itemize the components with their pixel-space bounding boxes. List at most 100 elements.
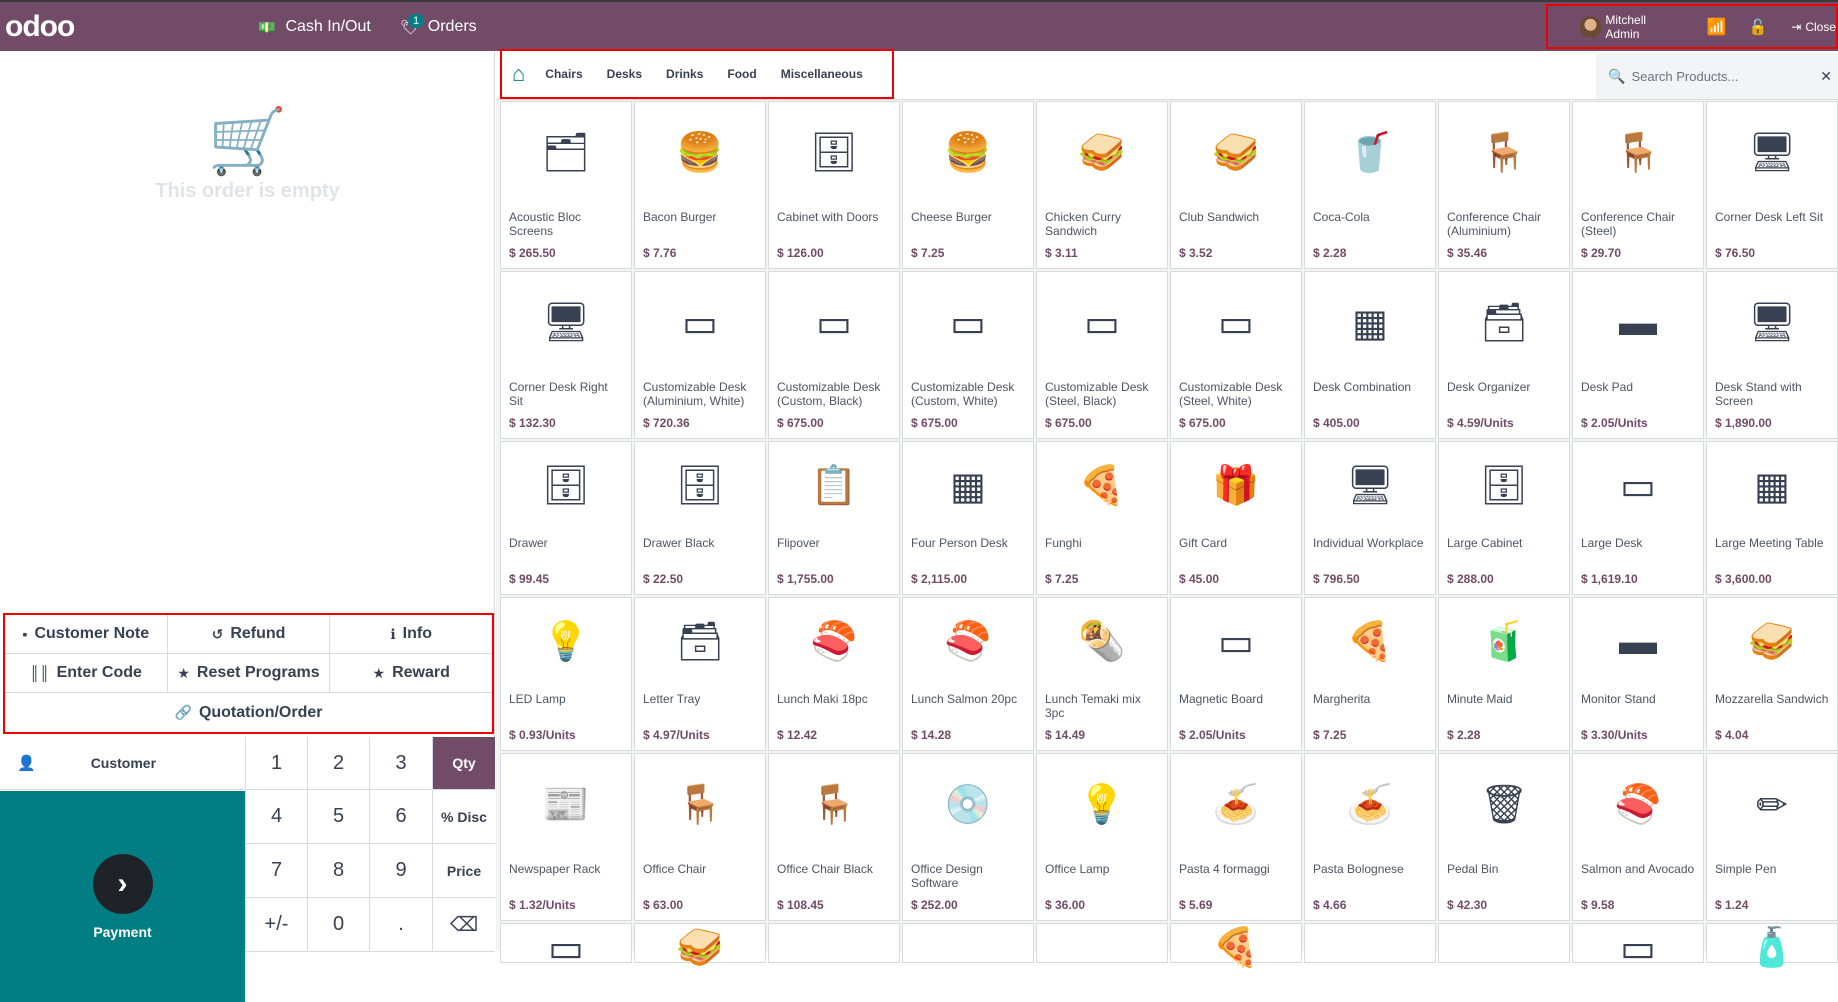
orders-button[interactable]: 🏷 1 Orders [400,13,477,36]
clear-search-icon[interactable]: ✕ [1820,68,1832,85]
product-card[interactable]: ▭ Customizable Desk (Aluminium, White) $ 7… [634,271,766,439]
product-card[interactable]: 🥪 [634,923,766,969]
product-card[interactable]: ▭ Magnetic Board $ 2.05/Units [1170,597,1302,751]
numpad-key-9[interactable]: 9 [369,844,432,898]
product-card[interactable]: 🍝 Pasta 4 formaggi $ 5.69 [1170,753,1302,921]
product-card[interactable]: ▦ Large Meeting Table $ 3,600.00 [1706,441,1838,595]
numpad-key-6[interactable]: 6 [369,790,432,844]
search-input[interactable] [1631,68,1802,84]
product-card[interactable]: 🗑 Pedal Bin $ 42.30 [1438,753,1570,921]
category-drinks[interactable]: Drinks [666,67,703,81]
product-card[interactable]: 🗃 Letter Tray $ 4.97/Units [634,597,766,751]
cash-in-out-button[interactable]: 💵 Cash In/Out [258,18,371,36]
product-card[interactable]: 🪑 Conference Chair (Aluminium) $ 35.46 [1438,101,1570,269]
numpad-key-8[interactable]: 8 [307,844,369,898]
unlock-icon[interactable]: 🔓 [1749,18,1768,36]
product-card[interactable]: 🗄 Large Cabinet $ 288.00 [1438,441,1570,595]
mode-discount-button[interactable]: % Disc [432,790,495,844]
product-card[interactable]: ▬ Desk Pad $ 2.05/Units [1572,271,1704,439]
product-card[interactable]: ▦ Desk Combination $ 405.00 [1304,271,1436,439]
category-chairs[interactable]: Chairs [545,67,582,81]
product-card[interactable]: 🥪 Chicken Curry Sandwich $ 3.11 [1036,101,1168,269]
enter-code-button[interactable]: ║║ Enter Code [5,654,168,692]
home-icon[interactable]: ⌂ [512,61,525,87]
quotation-order-button[interactable]: 🔗 Quotation/Order [5,693,492,732]
product-card[interactable] [902,923,1034,963]
numpad-key-5[interactable]: 5 [307,790,369,844]
product-card[interactable]: 💡 Office Lamp $ 36.00 [1036,753,1168,921]
category-desks[interactable]: Desks [607,67,642,81]
product-card[interactable] [1438,923,1570,963]
close-button[interactable]: ⇥ Close [1791,20,1836,34]
product-card[interactable]: 🥪 Club Sandwich $ 3.52 [1170,101,1302,269]
product-card[interactable]: 📋 Flipover $ 1,755.00 [768,441,900,595]
user-avatar[interactable] [1580,15,1602,38]
product-card[interactable]: 🪑 Conference Chair (Steel) $ 29.70 [1572,101,1704,269]
product-card[interactable]: ▭ [1572,923,1704,970]
product-card[interactable]: 🍝 Pasta Bolognese $ 4.66 [1304,753,1436,921]
product-card[interactable]: ▬ Monitor Stand $ 3.30/Units [1572,597,1704,751]
numpad-key-2[interactable]: 2 [307,737,369,790]
product-card[interactable]: ▭ Customizable Desk (Custom, Black) $ 675.… [768,271,900,439]
product-card[interactable]: 🍔 Cheese Burger $ 7.25 [902,101,1034,269]
numpad-key-plus-minus[interactable]: +/- [245,898,307,952]
product-card[interactable]: 🗂 Acoustic Bloc Screens $ 265.50 [500,101,632,269]
product-card[interactable]: 💿 Office Design Software $ 252.00 [902,753,1034,921]
numpad-key-4[interactable]: 4 [245,790,307,844]
refund-button[interactable]: ↺ Refund [168,615,331,653]
wifi-icon[interactable]: 📶 [1707,17,1727,37]
mode-qty-button[interactable]: Qty [432,737,495,790]
product-card[interactable]: ▭ Customizable Desk (Steel, Black) $ 675.0… [1036,271,1168,439]
product-card[interactable]: 🖥 Desk Stand with Screen $ 1,890.00 [1706,271,1838,439]
product-card[interactable] [1036,923,1168,963]
product-card[interactable] [1304,923,1436,963]
product-card[interactable]: ✏ Simple Pen $ 1.24 [1706,753,1838,921]
info-button[interactable]: ℹ Info [330,615,492,653]
product-card[interactable]: ▦ Four Person Desk $ 2,115.00 [902,441,1034,595]
product-card[interactable]: ▭ Customizable Desk (Steel, White) $ 675.0… [1170,271,1302,439]
product-card[interactable]: 🥤 Coca-Cola $ 2.28 [1304,101,1436,269]
product-card[interactable]: 🎁 Gift Card $ 45.00 [1170,441,1302,595]
reward-button[interactable]: ★ Reward [330,654,492,692]
product-card[interactable]: 🍕 Margherita $ 7.25 [1304,597,1436,751]
numpad-key-7[interactable]: 7 [245,844,307,898]
customer-note-button[interactable]: ▪ Customer Note [5,615,168,653]
reset-programs-button[interactable]: ★ Reset Programs [168,654,331,692]
product-card[interactable]: 🖥 Individual Workplace $ 796.50 [1304,441,1436,595]
product-card[interactable]: 🥪 Mozzarella Sandwich $ 4.04 [1706,597,1838,751]
product-card[interactable]: 🍣 Lunch Maki 18pc $ 12.42 [768,597,900,751]
numpad-key-3[interactable]: 3 [369,737,432,790]
backspace-icon[interactable]: ⌫ [432,898,495,952]
product-card[interactable]: 🗃 Desk Organizer $ 4.59/Units [1438,271,1570,439]
numpad-key-1[interactable]: 1 [245,737,307,790]
mode-price-button[interactable]: Price [432,844,495,898]
product-card[interactable]: ▭ Large Desk $ 1,619.10 [1572,441,1704,595]
customer-button[interactable]: 👤 Customer [0,737,245,790]
product-card[interactable]: 🍣 Lunch Salmon 20pc $ 14.28 [902,597,1034,751]
product-card[interactable]: 🍔 Bacon Burger $ 7.76 [634,101,766,269]
product-card[interactable]: 🪑 Office Chair Black $ 108.45 [768,753,900,921]
product-card[interactable]: 🗄 Drawer $ 99.45 [500,441,632,595]
product-card[interactable]: ▭ Customizable Desk (Custom, White) $ 675.… [902,271,1034,439]
product-card[interactable]: 🗄 Cabinet with Doors $ 126.00 [768,101,900,269]
product-card[interactable]: 🖥 Corner Desk Right Sit $ 132.30 [500,271,632,439]
numpad-key-decimal[interactable]: . [369,898,432,952]
user-name[interactable]: Mitchell Admin [1605,13,1680,41]
product-card[interactable]: 🧃 Minute Maid $ 2.28 [1438,597,1570,751]
product-card[interactable]: ▭ [500,923,632,970]
category-miscellaneous[interactable]: Miscellaneous [781,67,863,81]
product-card[interactable]: 🗄 Drawer Black $ 22.50 [634,441,766,595]
numpad-key-0[interactable]: 0 [307,898,369,952]
product-card[interactable]: 💡 LED Lamp $ 0.93/Units [500,597,632,751]
payment-button[interactable]: › Payment [0,791,245,1002]
product-card[interactable]: 🍕 Funghi $ 7.25 [1036,441,1168,595]
category-food[interactable]: Food [727,67,756,81]
product-card[interactable]: 📰 Newspaper Rack $ 1.32/Units [500,753,632,921]
product-card[interactable]: 🖥 Corner Desk Left Sit $ 76.50 [1706,101,1838,269]
product-card[interactable]: 🍣 Salmon and Avocado $ 9.58 [1572,753,1704,921]
product-card[interactable]: 🧴 [1706,923,1838,969]
product-card[interactable]: 🌯 Lunch Temaki mix 3pc $ 14.49 [1036,597,1168,751]
product-card[interactable] [768,923,900,963]
product-card[interactable]: 🍕 [1170,923,1302,969]
product-card[interactable]: 🪑 Office Chair $ 63.00 [634,753,766,921]
